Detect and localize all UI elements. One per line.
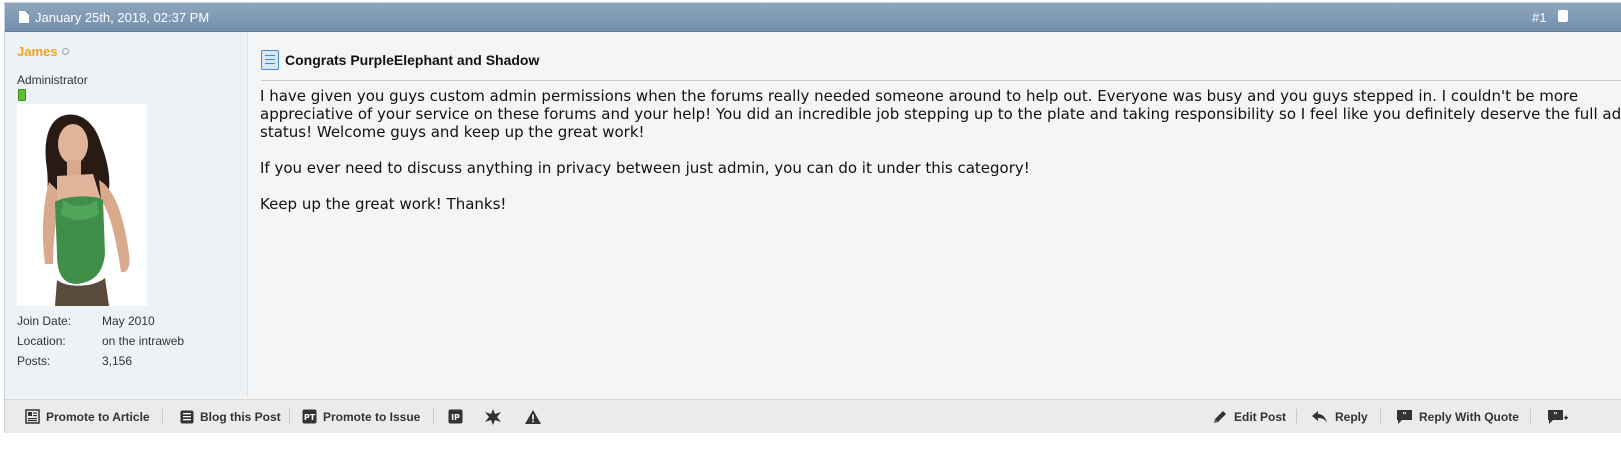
post-content: I have given you guys custom admin permi… [260, 87, 1621, 231]
reply-with-quote-label: Reply With Quote [1419, 409, 1519, 424]
issue-tracker-icon: PT [302, 409, 317, 424]
user-title: Administrator [17, 73, 88, 87]
post-title: Congrats PurpleElephant and Shadow [285, 52, 540, 68]
reply-icon [1311, 409, 1329, 425]
avatar[interactable] [17, 104, 147, 306]
reputation-button[interactable] [484, 400, 508, 433]
post-select-checkbox[interactable] [1558, 10, 1568, 22]
post-body: Congrats PurpleElephant and Shadow I hav… [259, 32, 1621, 397]
content-paragraph: Keep up the great work! Thanks! [260, 195, 507, 213]
quote-icon: " [1396, 409, 1413, 425]
promote-article-label: Promote to Article [46, 409, 150, 424]
divider [162, 409, 163, 424]
forum-post: January 25th, 2018, 02:37 PM #1 James Ad… [4, 2, 1621, 433]
blog-post-label: Blog this Post [200, 409, 281, 424]
edit-post-button[interactable]: Edit Post [1212, 400, 1286, 433]
stat-label: Location: [17, 334, 66, 348]
stat-value: May 2010 [102, 314, 155, 328]
reply-label: Reply [1335, 409, 1368, 424]
edit-post-label: Edit Post [1234, 409, 1287, 424]
svg-text:": " [1402, 411, 1406, 420]
user-stats: Join Date: May 2010 Location: on the int… [17, 311, 184, 371]
promote-issue-button[interactable]: PT Promote to Issue [302, 400, 420, 433]
warning-icon [524, 409, 542, 425]
divider [261, 80, 1621, 81]
report-button[interactable] [524, 400, 548, 433]
stat-posts: Posts: 3,156 [17, 351, 184, 371]
username-link[interactable]: James [17, 44, 57, 59]
promote-issue-label: Promote to Issue [323, 409, 421, 424]
svg-text:IP: IP [451, 413, 460, 422]
content-paragraph: If you ever need to discuss anything in … [260, 159, 1030, 177]
stat-value: on the intraweb [102, 334, 185, 348]
divider [289, 409, 290, 424]
stat-label: Posts: [17, 354, 51, 368]
divider [433, 409, 434, 424]
svg-text:": " [1553, 411, 1557, 420]
post-number-link[interactable]: #1 [1532, 10, 1546, 25]
post-header: January 25th, 2018, 02:37 PM #1 [5, 3, 1621, 32]
blog-icon [180, 410, 194, 424]
reply-with-quote-button[interactable]: " Reply With Quote [1396, 400, 1519, 433]
content-paragraph: I have given you guys custom admin permi… [260, 87, 1621, 141]
reputation-icon[interactable] [18, 89, 26, 101]
ip-button[interactable]: IP [448, 400, 469, 433]
post-icon [261, 50, 279, 70]
svg-text:PT: PT [304, 413, 316, 422]
blog-post-button[interactable]: Blog this Post [180, 400, 281, 433]
multi-quote-button[interactable]: " [1547, 400, 1575, 433]
promote-article-button[interactable]: Promote to Article [25, 400, 150, 433]
post-title-row: Congrats PurpleElephant and Shadow [261, 50, 539, 70]
post-footer-toolbar: Promote to Article Blog this Post PT Pro… [5, 399, 1621, 433]
stat-label: Join Date: [17, 314, 72, 328]
offline-status-icon [62, 48, 69, 55]
stat-location: Location: on the intraweb [17, 331, 184, 351]
pencil-icon [1212, 409, 1228, 425]
reply-button[interactable]: Reply [1311, 400, 1368, 433]
post-date: January 25th, 2018, 02:37 PM [35, 9, 210, 25]
stat-join-date: Join Date: May 2010 [17, 311, 184, 331]
document-icon [19, 11, 29, 23]
article-icon [25, 409, 40, 424]
ip-icon: IP [448, 409, 463, 424]
divider [1296, 409, 1297, 424]
divider [1530, 409, 1531, 424]
star-icon [484, 408, 502, 426]
user-info-panel: James Administrator Join Date: May 2010 … [5, 32, 248, 397]
stat-value: 3,156 [102, 354, 133, 368]
divider [1380, 409, 1381, 424]
multi-quote-icon: " [1547, 409, 1569, 425]
